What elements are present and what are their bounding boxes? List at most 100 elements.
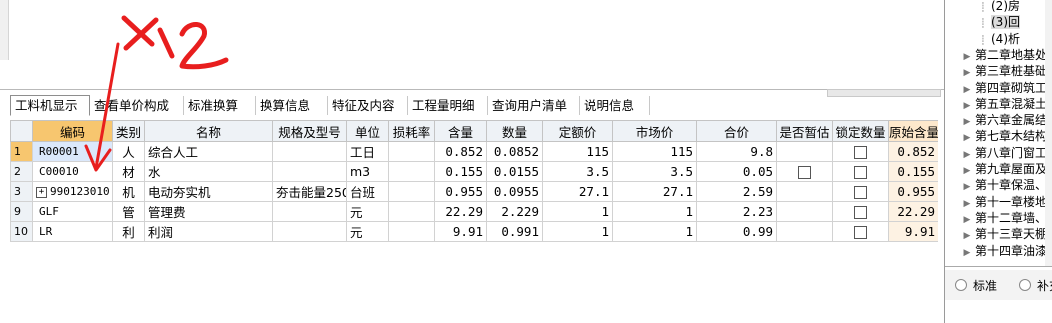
cell-content[interactable]: 22.29 xyxy=(434,201,487,222)
cell-num[interactable]: 1 xyxy=(10,141,33,162)
cell-unit[interactable]: m3 xyxy=(346,161,389,182)
cell-qty[interactable]: 0.0955 xyxy=(486,181,543,202)
cell-loss[interactable] xyxy=(388,221,435,242)
radio-standard[interactable]: 标准 xyxy=(955,278,997,294)
cell-code[interactable]: +990123010 xyxy=(32,181,113,202)
column-header-5[interactable]: 单位 xyxy=(346,120,389,142)
cell-total[interactable]: 9.8 xyxy=(696,141,777,162)
cell-loss[interactable] xyxy=(388,201,435,222)
cell-name[interactable]: 水 xyxy=(144,161,273,182)
column-header-12[interactable]: 是否暂估 xyxy=(776,120,833,142)
cell-quota[interactable]: 1 xyxy=(542,201,613,222)
tab-0[interactable]: 工料机显示 xyxy=(10,95,90,116)
cell-total[interactable]: 0.99 xyxy=(696,221,777,242)
cell-loss[interactable] xyxy=(388,161,435,182)
column-header-1[interactable]: 编码 xyxy=(32,120,113,142)
cell-num[interactable]: 9 xyxy=(10,201,33,222)
column-header-10[interactable]: 市场价 xyxy=(612,120,697,142)
cell-lock[interactable] xyxy=(832,201,889,222)
checkbox-icon[interactable] xyxy=(798,166,811,179)
cell-type[interactable]: 人 xyxy=(112,141,145,162)
tab-1[interactable]: 查看单价构成 xyxy=(90,96,184,115)
column-header-2[interactable]: 类别 xyxy=(112,120,145,142)
cell-code[interactable]: LR xyxy=(32,221,113,242)
cell-name[interactable]: 管理费 xyxy=(144,201,273,222)
column-header-14[interactable]: 原始含量 xyxy=(888,120,938,142)
column-header-3[interactable]: 名称 xyxy=(144,120,273,142)
cell-qty[interactable]: 0.0155 xyxy=(486,161,543,182)
tree-node[interactable]: ┊ (2)房 xyxy=(975,0,1020,14)
cell-unit[interactable]: 工日 xyxy=(346,141,389,162)
tree-node[interactable]: ▶ 第七章木结构 xyxy=(959,128,1047,144)
cell-lock[interactable] xyxy=(832,161,889,182)
tab-2[interactable]: 标准换算 xyxy=(184,96,256,115)
cell-unit[interactable]: 元 xyxy=(346,201,389,222)
column-header-4[interactable]: 规格及型号 xyxy=(272,120,347,142)
cell-qty[interactable]: 2.229 xyxy=(486,201,543,222)
tree-node[interactable]: ▶ 第三章桩基础 xyxy=(959,63,1047,79)
cell-unit[interactable]: 台班 xyxy=(346,181,389,202)
checkbox-icon[interactable] xyxy=(854,206,867,219)
cell-type[interactable]: 利 xyxy=(112,221,145,242)
cell-unit[interactable]: 元 xyxy=(346,221,389,242)
checkbox-icon[interactable] xyxy=(854,146,867,159)
tree-node[interactable]: ▶ 第四章砌筑工 xyxy=(959,80,1047,96)
cell-market[interactable]: 1 xyxy=(612,221,697,242)
cell-type[interactable]: 管 xyxy=(112,201,145,222)
cell-lock[interactable] xyxy=(832,221,889,242)
cell-market[interactable]: 1 xyxy=(612,201,697,222)
cell-code[interactable]: C00010 xyxy=(32,161,113,182)
cell-spec[interactable] xyxy=(272,201,347,222)
column-header-11[interactable]: 合价 xyxy=(696,120,777,142)
cell-quota[interactable]: 115 xyxy=(542,141,613,162)
checkbox-icon[interactable] xyxy=(854,186,867,199)
tree-vertical-scrollbar[interactable] xyxy=(1045,0,1052,266)
tree-node[interactable]: ▶ 第十章保温、 xyxy=(959,177,1047,193)
expand-arrow-icon[interactable]: ▶ xyxy=(959,245,975,261)
cell-loss[interactable] xyxy=(388,141,435,162)
cell-orig[interactable]: 9.91 xyxy=(888,221,938,242)
column-header-0[interactable] xyxy=(10,120,33,142)
cell-qty[interactable]: 0.0852 xyxy=(486,141,543,162)
checkbox-icon[interactable] xyxy=(854,226,867,239)
cell-code[interactable]: GLF xyxy=(32,201,113,222)
cell-quota[interactable]: 1 xyxy=(542,221,613,242)
table-row[interactable]: 10 LR 利利润元 9.91 0.991 1 1 0.99 9.91 xyxy=(10,221,938,242)
cell-est[interactable] xyxy=(776,141,833,162)
cell-total[interactable]: 2.23 xyxy=(696,201,777,222)
cell-spec[interactable]: 夯击能量250 xyxy=(272,181,347,202)
column-header-13[interactable]: 锁定数量 xyxy=(832,120,889,142)
tab-5[interactable]: 工程量明细 xyxy=(408,96,488,115)
tree-node[interactable]: ┊ (3)回 xyxy=(975,14,1020,30)
cell-spec[interactable] xyxy=(272,221,347,242)
tree-node[interactable]: ▶ 第十一章楼地 xyxy=(959,194,1047,210)
cell-spec[interactable] xyxy=(272,141,347,162)
tree-node[interactable]: ▶ 第二章地基处 xyxy=(959,47,1047,63)
cell-name[interactable]: 利润 xyxy=(144,221,273,242)
table-row[interactable]: 1 R00001 人综合人工 工日 0.852 0.0852 115 115 9.8 0.852 xyxy=(10,141,938,162)
cell-market[interactable]: 3.5 xyxy=(612,161,697,182)
cell-content[interactable]: 9.91 xyxy=(434,221,487,242)
cell-type[interactable]: 机 xyxy=(112,181,145,202)
cell-total[interactable]: 2.59 xyxy=(696,181,777,202)
cell-num[interactable]: 10 xyxy=(10,221,33,242)
cell-type[interactable]: 材 xyxy=(112,161,145,182)
tree-node[interactable]: ▶ 第九章屋面及 xyxy=(959,161,1047,177)
cell-orig[interactable]: 0.155 xyxy=(888,161,938,182)
cell-lock[interactable] xyxy=(832,141,889,162)
cell-quota[interactable]: 27.1 xyxy=(542,181,613,202)
cell-code[interactable]: R00001 xyxy=(32,141,113,162)
tree-node[interactable]: ▶ 第十四章油漆 xyxy=(959,243,1047,259)
tree-node[interactable]: ▶ 第十二章墙、 xyxy=(959,210,1047,226)
upper-vertical-scrollbar[interactable] xyxy=(0,0,9,60)
expand-plus-icon[interactable]: + xyxy=(36,186,47,198)
cell-loss[interactable] xyxy=(388,181,435,202)
cell-content[interactable]: 0.155 xyxy=(434,161,487,182)
tab-6[interactable]: 查询用户清单 xyxy=(488,96,580,115)
cell-num[interactable]: 2 xyxy=(10,161,33,182)
tree-node[interactable]: ▶ 第五章混凝土 xyxy=(959,96,1047,112)
column-header-7[interactable]: 含量 xyxy=(434,120,487,142)
column-header-8[interactable]: 数量 xyxy=(486,120,543,142)
cell-est[interactable] xyxy=(776,161,833,182)
cell-est[interactable] xyxy=(776,221,833,242)
